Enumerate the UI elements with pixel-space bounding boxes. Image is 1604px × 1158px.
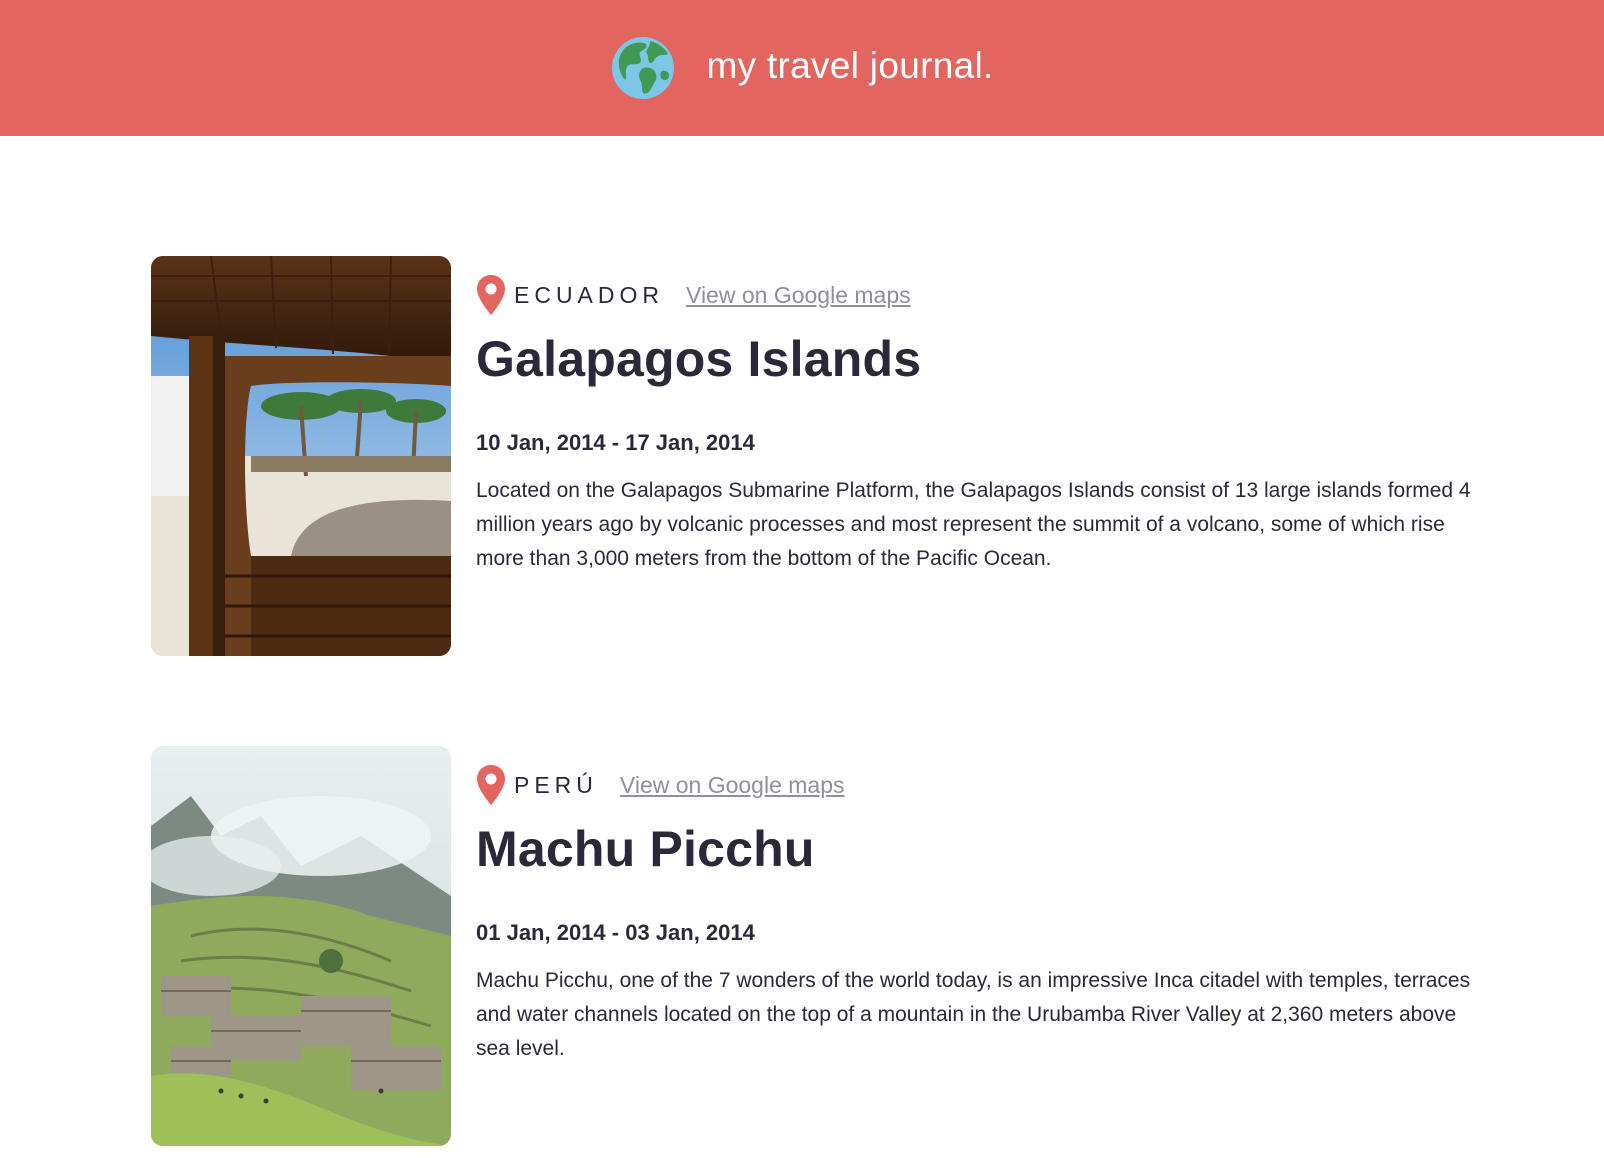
place-description: Machu Picchu, one of the 7 wonders of th… bbox=[476, 969, 1471, 1060]
place-description: Located on the Galapagos Submarine Platf… bbox=[476, 479, 1471, 570]
trip-dates: 01 Jan, 2014 - 03 Jan, 2014 bbox=[476, 920, 755, 945]
location-pin-icon bbox=[477, 765, 505, 805]
google-maps-link[interactable]: View on Google maps bbox=[686, 282, 911, 309]
journal-entry: ECUADOR View on Google maps Galapagos Is… bbox=[151, 256, 1481, 656]
entry-info: ECUADOR View on Google maps Galapagos Is… bbox=[476, 274, 1481, 597]
location-row: PERÚ View on Google maps bbox=[476, 764, 1481, 806]
entry-info: PERÚ View on Google maps Machu Picchu 01… bbox=[476, 764, 1481, 1087]
machu-picchu-photo bbox=[151, 746, 451, 1146]
place-title: Machu Picchu bbox=[476, 821, 815, 877]
country-label: ECUADOR bbox=[514, 281, 665, 308]
place-title: Galapagos Islands bbox=[476, 331, 922, 387]
trip-dates: 10 Jan, 2014 - 17 Jan, 2014 bbox=[476, 430, 755, 455]
app-title: my travel journal. bbox=[706, 45, 994, 86]
country-label: PERÚ bbox=[514, 771, 598, 798]
app-header: my travel journal. bbox=[0, 0, 1604, 136]
location-row: ECUADOR View on Google maps bbox=[476, 274, 1481, 316]
globe-icon bbox=[612, 37, 675, 99]
journal-entry: PERÚ View on Google maps Machu Picchu 01… bbox=[151, 746, 1481, 1146]
location-pin-icon bbox=[477, 275, 505, 315]
galapagos-photo bbox=[151, 256, 451, 656]
google-maps-link[interactable]: View on Google maps bbox=[620, 772, 845, 799]
